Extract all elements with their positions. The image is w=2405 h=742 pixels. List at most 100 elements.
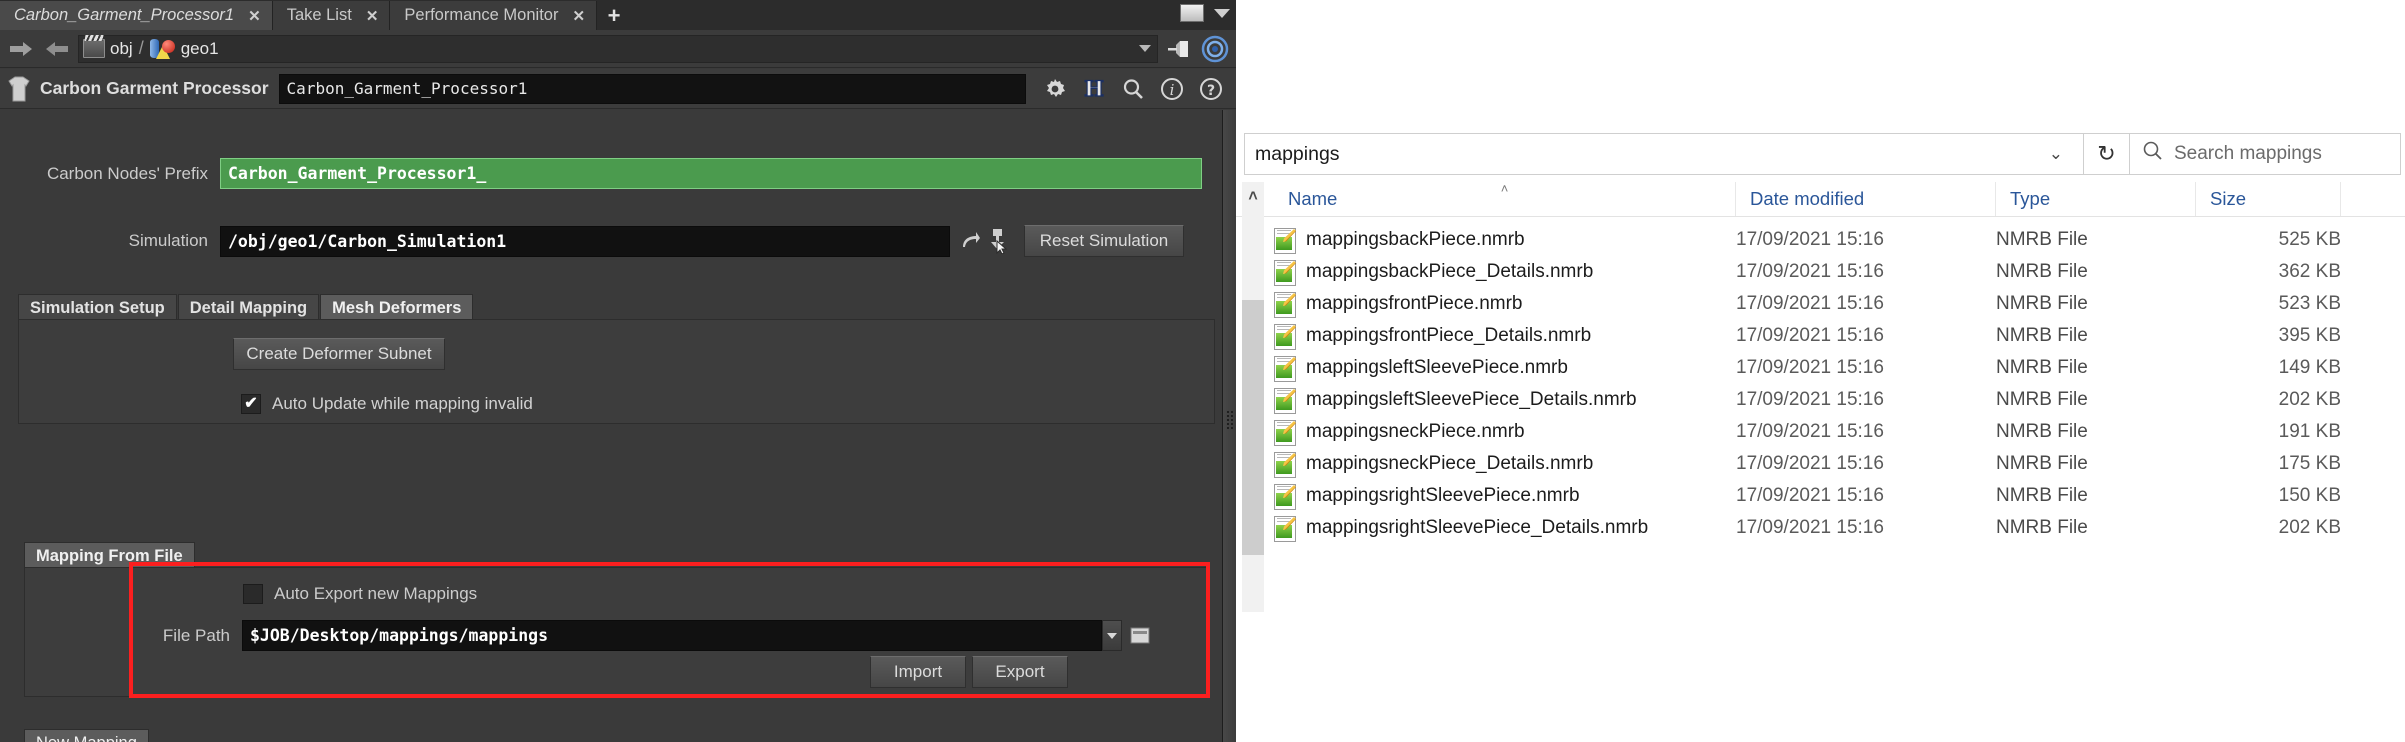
node-picker-icon[interactable] — [984, 228, 1012, 254]
tab-mesh-deformers[interactable]: Mesh Deformers — [320, 294, 474, 321]
file-type: NMRB File — [1996, 421, 2088, 442]
carbon-nodes-prefix-field[interactable]: Carbon_Garment_Processor1_ — [220, 158, 1202, 189]
breadcrumb-item-geo1[interactable]: geo1 — [149, 38, 219, 60]
chevron-down-icon[interactable] — [1139, 45, 1151, 52]
mesh-deformers-panel: Create Deformer Subnet ✔ Auto Update whi… — [18, 319, 1215, 424]
file-size: 395 KB — [2278, 325, 2341, 346]
table-row[interactable]: mappingsbackPiece.nmrb 17/09/2021 15:16 NM… — [1236, 224, 2405, 256]
file-size: 202 KB — [2278, 389, 2341, 410]
panel-splitter[interactable] — [1222, 110, 1237, 742]
scroll-up-icon[interactable]: ˄ — [1242, 188, 1264, 206]
export-button[interactable]: Export — [972, 656, 1068, 688]
column-header-name[interactable]: ˄ Name — [1274, 181, 1736, 216]
table-row[interactable]: mappingsrightSleevePiece.nmrb 17/09/2021 … — [1236, 480, 2405, 512]
file-name: mappingsneckPiece.nmrb — [1306, 421, 1525, 442]
breadcrumb[interactable]: obj / geo1 — [78, 34, 1158, 63]
auto-export-checkbox[interactable] — [243, 584, 263, 604]
breadcrumb-label: geo1 — [180, 38, 219, 58]
maximize-icon[interactable] — [1180, 4, 1204, 22]
pin-icon[interactable] — [1164, 35, 1194, 63]
path-bar: obj / geo1 — [0, 30, 1236, 68]
table-row[interactable]: mappingsfrontPiece_Details.nmrb 17/09/202… — [1236, 320, 2405, 352]
garment-node-icon — [8, 75, 30, 103]
nmrb-file-icon — [1274, 292, 1296, 318]
table-row[interactable]: mappingsneckPiece_Details.nmrb 17/09/2021… — [1236, 448, 2405, 480]
target-icon[interactable] — [1200, 35, 1230, 63]
tab-simulation-setup[interactable]: Simulation Setup — [18, 294, 177, 321]
file-date-modified: 17/09/2021 15:16 — [1736, 421, 1884, 442]
refresh-icon[interactable]: ↻ — [2084, 133, 2130, 175]
scrollbar-thumb[interactable] — [1242, 300, 1264, 555]
table-row[interactable]: mappingsfrontPiece.nmrb 17/09/2021 15:16 N… — [1236, 288, 2405, 320]
auto-export-row: Auto Export new Mappings — [243, 584, 477, 604]
nmrb-file-icon — [1274, 420, 1296, 446]
file-size: 175 KB — [2278, 453, 2341, 474]
chevron-down-icon[interactable] — [1214, 8, 1230, 18]
explorer-address-row: mappings ⌄ ↻ Search mappings — [1236, 128, 2405, 180]
mapping-from-file-tab-bar: Mapping From File — [24, 540, 196, 569]
table-row[interactable]: mappingsrightSleevePiece_Details.nmrb 17/… — [1236, 512, 2405, 544]
pane-tab-take-list[interactable]: Take List ✕ — [272, 1, 391, 30]
node-type-label: Carbon Garment Processor — [40, 78, 269, 98]
table-row[interactable]: mappingsleftSleevePiece.nmrb 17/09/2021 1… — [1236, 352, 2405, 384]
file-size: 150 KB — [2278, 485, 2341, 506]
close-icon[interactable]: ✕ — [572, 7, 585, 25]
column-header-type[interactable]: Type — [1996, 182, 2196, 216]
table-row[interactable]: mappingsleftSleevePiece_Details.nmrb 17/0… — [1236, 384, 2405, 416]
auto-update-checkbox[interactable]: ✔ — [241, 394, 261, 414]
help-icon[interactable]: ? — [1198, 76, 1224, 102]
close-icon[interactable]: ✕ — [248, 7, 261, 25]
column-header-date-modified[interactable]: Date modified — [1736, 182, 1996, 216]
file-size: 523 KB — [2278, 293, 2341, 314]
file-path-field[interactable]: $JOB/Desktop/mappings/mappings — [242, 620, 1102, 651]
close-icon[interactable]: ✕ — [366, 7, 379, 25]
tab-detail-mapping[interactable]: Detail Mapping — [177, 294, 320, 321]
svg-text:?: ? — [1207, 83, 1215, 99]
file-size: 149 KB — [2278, 357, 2341, 378]
check-icon: ✔ — [244, 395, 258, 412]
chevron-down-icon[interactable]: ⌄ — [2039, 144, 2073, 164]
table-row[interactable]: mappingsneckPiece.nmrb 17/09/2021 15:16 NM… — [1236, 416, 2405, 448]
file-type: NMRB File — [1996, 293, 2088, 314]
navigation-scrollbar[interactable]: ˄ — [1242, 182, 1264, 612]
file-date-modified: 17/09/2021 15:16 — [1736, 261, 1884, 282]
address-bar[interactable]: mappings ⌄ — [1244, 133, 2084, 175]
node-header: Carbon Garment Processor Carbon_Garment_… — [0, 69, 1236, 109]
create-deformer-subnet-button[interactable]: Create Deformer Subnet — [233, 338, 445, 370]
tab-mapping-from-file[interactable]: Mapping From File — [24, 542, 195, 569]
nmrb-file-icon — [1274, 228, 1296, 254]
obj-network-icon — [83, 39, 105, 58]
file-path-dropdown-icon[interactable] — [1102, 620, 1122, 651]
file-date-modified: 17/09/2021 15:16 — [1736, 517, 1884, 538]
new-pane-tab-button[interactable]: + — [597, 1, 631, 30]
pane-tab-label: Carbon_Garment_Processor1 — [14, 6, 235, 24]
simulation-path-field[interactable]: /obj/geo1/Carbon_Simulation1 — [220, 225, 950, 257]
pane-tab-label: Performance Monitor — [404, 6, 559, 24]
file-size: 362 KB — [2278, 261, 2341, 282]
search-input[interactable]: Search mappings — [2130, 133, 2401, 175]
table-row[interactable]: mappingsbackPiece_Details.nmrb 17/09/2021… — [1236, 256, 2405, 288]
info-icon[interactable]: i — [1159, 76, 1185, 102]
back-arrow-icon[interactable] — [6, 36, 36, 62]
import-button[interactable]: Import — [870, 656, 966, 688]
file-explorer-window: mappings ⌄ ↻ Search mappings ˄ Name Date… — [1236, 0, 2405, 742]
file-path-row: File Path $JOB/Desktop/mappings/mappings — [25, 620, 1210, 651]
jump-to-node-icon[interactable] — [956, 230, 984, 252]
column-header-size[interactable]: Size — [2196, 182, 2341, 216]
file-name: mappingsfrontPiece.nmrb — [1306, 293, 1523, 314]
mapping-from-file-panel: Auto Export new Mappings File Path $JOB/… — [24, 567, 1209, 697]
gear-icon[interactable] — [1042, 76, 1068, 102]
file-browser-icon[interactable] — [1126, 621, 1156, 651]
reset-simulation-button[interactable]: Reset Simulation — [1024, 225, 1184, 257]
carbon-nodes-prefix-row: Carbon Nodes' Prefix Carbon_Garment_Proc… — [0, 158, 1218, 189]
tab-new-mapping[interactable]: New Mapping — [24, 729, 149, 742]
file-date-modified: 17/09/2021 15:16 — [1736, 293, 1884, 314]
sort-ascending-icon: ˄ — [1500, 181, 1509, 196]
breadcrumb-item-obj[interactable]: obj — [83, 39, 133, 59]
pane-tab-performance-monitor[interactable]: Performance Monitor ✕ — [390, 1, 598, 30]
node-name-field[interactable]: Carbon_Garment_Processor1 — [278, 73, 1026, 104]
pane-tab-carbon-garment-processor1[interactable]: Carbon_Garment_Processor1 ✕ — [0, 1, 273, 30]
forward-arrow-icon[interactable] — [42, 36, 72, 62]
houdini-h-icon[interactable]: H — [1081, 76, 1107, 102]
search-icon[interactable] — [1120, 76, 1146, 102]
